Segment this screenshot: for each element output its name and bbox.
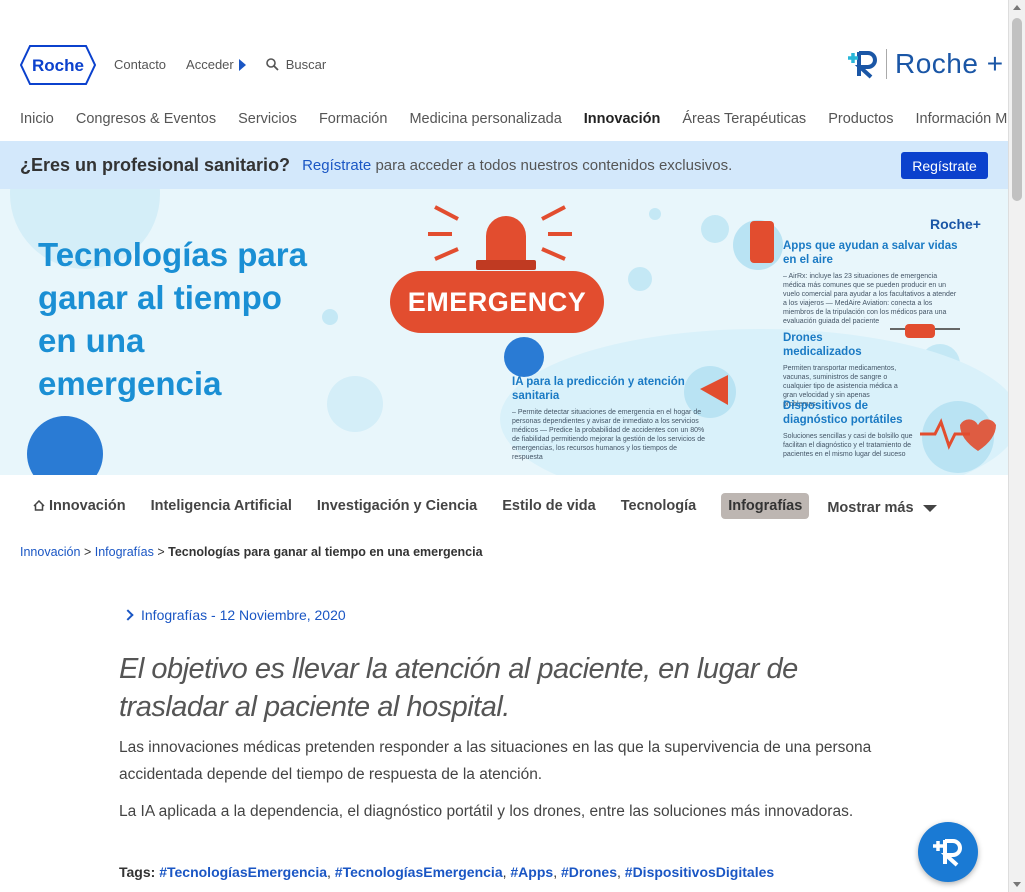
home-icon (33, 499, 45, 511)
scroll-up-icon[interactable] (1013, 5, 1021, 10)
tag-comma: , (327, 864, 331, 880)
article-paragraph-1: Las innovaciones médicas pretenden respo… (119, 739, 872, 783)
chevron-right-icon (122, 609, 134, 621)
hero-block-dispositivos: Dispositivos de diagnóstico portátiles S… (783, 399, 923, 459)
register-message: Regístrate para acceder a todos nuestros… (302, 157, 732, 174)
section-subnav: Innovación Inteligencia Artificial Inves… (33, 493, 962, 519)
article-lead: El objetivo es llevar la atención al pac… (119, 653, 798, 723)
hero-block-drones: Drones medicalizados Permiten transporta… (783, 331, 898, 409)
login-link[interactable]: Acceder (186, 57, 246, 72)
article-meta[interactable]: Infografías - 12 Noviembre, 2020 (122, 607, 346, 623)
hero-block-heading: IA para la predicción y atención sanitar… (512, 376, 685, 402)
roche-plus-logo[interactable]: Roche + (846, 48, 1004, 80)
tag-link[interactable]: #TecnologíasEmergencia (335, 864, 503, 880)
nav-item-formacion[interactable]: Formación (319, 111, 388, 127)
tag-link[interactable]: #Drones (561, 864, 617, 880)
roche-logo[interactable]: Roche (20, 45, 96, 85)
top-links: Contacto Acceder Buscar (114, 57, 326, 72)
siren-rays-icon (428, 205, 572, 261)
nav-item-innovacion[interactable]: Innovación (584, 111, 661, 127)
subnav-item-ia[interactable]: Inteligencia Artificial (151, 498, 292, 514)
page-scrollbar[interactable] (1008, 0, 1025, 892)
nav-item-servicios[interactable]: Servicios (238, 111, 297, 127)
subnav-item-investigacion[interactable]: Investigación y Ciencia (317, 498, 477, 514)
hero-block-text: Soluciones sencillas y casi de bolsillo … (783, 433, 913, 458)
search-icon (265, 58, 279, 71)
scroll-down-icon[interactable] (1013, 882, 1021, 887)
nav-item-productos[interactable]: Productos (828, 111, 893, 127)
play-arrow-icon (238, 58, 246, 71)
main-nav: Inicio Congresos & Eventos Servicios For… (20, 111, 1025, 127)
roche-plus-chat-button[interactable] (918, 822, 978, 882)
register-button[interactable]: Regístrate (901, 152, 988, 179)
subnav-item-innovacion[interactable]: Innovación (33, 498, 126, 514)
hero-block-text: – Permite detectar situaciones de emerge… (512, 409, 705, 461)
scrollbar-thumb[interactable] (1012, 18, 1022, 201)
tag-link[interactable]: #TecnologíasEmergencia (159, 864, 327, 880)
hero-block-ia: IA para la predicción y atención sanitar… (512, 375, 707, 462)
subnav-item-estilo-de-vida[interactable]: Estilo de vida (502, 498, 595, 514)
login-label: Acceder (186, 57, 234, 72)
tag-comma: , (553, 864, 558, 880)
hero-title: Tecnologías para ganar al tiempo en una … (38, 236, 307, 402)
breadcrumb-current: Tecnologías para ganar al tiempo en una … (168, 545, 483, 559)
subnav-item-tecnologia[interactable]: Tecnología (621, 498, 696, 514)
breadcrumb-separator: > (157, 545, 165, 559)
show-more-button[interactable]: Mostrar más (827, 500, 937, 516)
search-box[interactable]: Buscar (265, 57, 327, 72)
hero-block-heading: Drones medicalizados (783, 332, 862, 358)
tag-link[interactable]: #DispositivosDigitales (625, 864, 774, 880)
breadcrumb: Innovación > Infografías > Tecnologías p… (20, 545, 483, 559)
contact-link[interactable]: Contacto (114, 57, 166, 72)
hero-roche-plus-logo: Roche+ (930, 216, 981, 232)
register-message-text: para acceder a todos nuestros contenidos… (375, 156, 733, 174)
tag-link[interactable]: #Apps (510, 864, 553, 880)
hero-infographic: Tecnologías para ganar al tiempo en una … (0, 189, 1008, 475)
search-placeholder: Buscar (285, 57, 327, 72)
breadcrumb-infografias[interactable]: Infografías (95, 545, 154, 559)
hero-block-apps: Apps que ayudan a salvar vidas en el air… (783, 239, 958, 326)
nav-item-areas-terapeuticas[interactable]: Áreas Terapéuticas (682, 111, 806, 127)
svg-text:Roche: Roche (32, 56, 84, 75)
subnav-label: Innovación (49, 498, 126, 514)
subnav-item-infografias[interactable]: Infografías (721, 493, 810, 519)
register-question: ¿Eres un profesional sanitario? (20, 154, 291, 175)
tag-comma: , (617, 864, 621, 880)
nav-item-medicina-personalizada[interactable]: Medicina personalizada (409, 111, 561, 127)
roche-plus-icon (848, 51, 877, 79)
hero-block-heading: Apps que ayudan a salvar vidas en el air… (783, 240, 958, 266)
tags-label: Tags: (119, 864, 156, 880)
register-banner: ¿Eres un profesional sanitario? Regístra… (0, 141, 1008, 189)
roche-plus-text: Roche + (895, 48, 1004, 79)
hero-block-text: – AirRx: incluye las 23 situaciones de e… (783, 273, 957, 325)
show-more-label: Mostrar más (827, 500, 914, 516)
breadcrumb-separator: > (83, 545, 92, 559)
site-header: Roche Contacto Acceder Buscar Roche + In… (0, 0, 1025, 140)
emergency-badge: EMERGENCY (390, 271, 604, 333)
article-tags: Tags: #TecnologíasEmergencia, #Tecnologí… (119, 864, 774, 880)
hero-block-heading: Dispositivos de diagnóstico portátiles (783, 400, 903, 426)
nav-item-inicio[interactable]: Inicio (20, 111, 54, 127)
article-meta-text: Infografías - 12 Noviembre, 2020 (141, 607, 346, 623)
caret-down-icon (922, 504, 937, 512)
article-paragraph-2: La IA aplicada a la dependencia, el diag… (119, 803, 854, 820)
breadcrumb-innovacion[interactable]: Innovación (20, 545, 80, 559)
logo-separator (886, 49, 887, 79)
nav-item-congresos[interactable]: Congresos & Eventos (76, 111, 216, 127)
tag-comma: , (502, 864, 507, 880)
register-link[interactable]: Regístrate (302, 157, 371, 174)
roche-plus-icon (933, 839, 962, 867)
